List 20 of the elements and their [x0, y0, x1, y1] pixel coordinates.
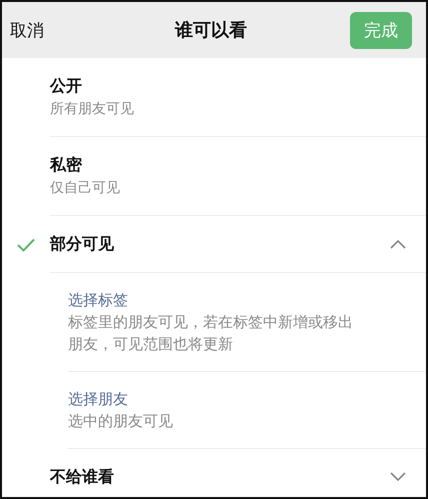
chevron-up-icon[interactable]	[390, 239, 406, 249]
option-description: 所有朋友可见	[50, 100, 135, 119]
sub-option-title: 选择朋友	[68, 389, 129, 410]
chevron-down-icon[interactable]	[390, 472, 406, 482]
sub-option-description: 选中的朋友可见	[68, 411, 174, 432]
cancel-button[interactable]: 取消	[10, 18, 44, 42]
sub-option-title: 选择标签	[68, 290, 129, 311]
option-title: 公开	[50, 75, 83, 97]
visibility-option[interactable]: 不给谁看	[2, 449, 426, 497]
visibility-option[interactable]: 公开 所有朋友可见	[2, 58, 426, 137]
sub-option[interactable]: 选择标签 标签里的朋友可见，若在标签中新增或移出朋友，可见范围也将更新	[68, 273, 426, 372]
visibility-option[interactable]: 私密 仅自己可见	[2, 137, 426, 216]
option-description: 仅自己可见	[50, 179, 121, 198]
option-title: 部分可见	[50, 233, 115, 255]
option-title: 不给谁看	[50, 466, 115, 488]
visibility-option[interactable]: 部分可见	[2, 216, 426, 273]
option-title: 私密	[50, 154, 83, 176]
sub-option[interactable]: 选择朋友 选中的朋友可见	[68, 372, 426, 449]
page-title: 谁可以看	[175, 19, 247, 42]
sub-option-description: 标签里的朋友可见，若在标签中新增或移出朋友，可见范围也将更新	[68, 312, 354, 355]
